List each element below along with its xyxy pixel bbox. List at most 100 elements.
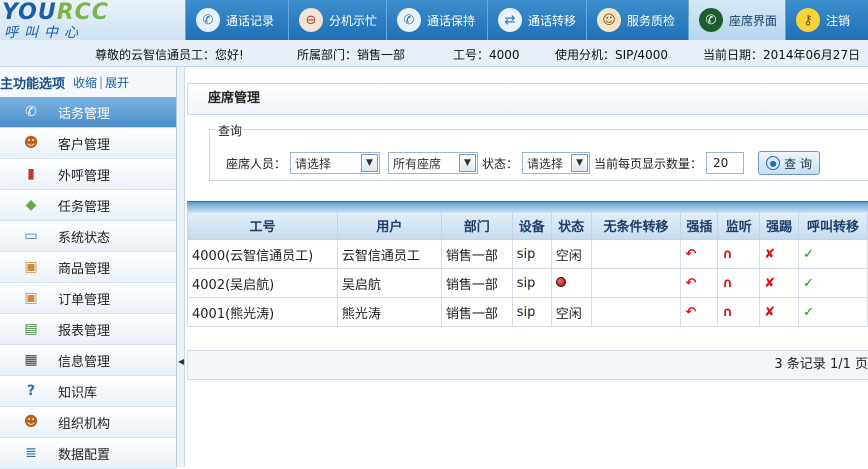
search-icon: ● bbox=[766, 156, 781, 170]
sidebar-separator: | bbox=[99, 75, 104, 89]
cell-jobno: 4002(吴启航) bbox=[187, 268, 338, 298]
close-icon[interactable]: ✘ bbox=[764, 305, 775, 320]
nav-label: 服务质检 bbox=[627, 13, 676, 28]
logo-subtext: 呼叫中心 bbox=[4, 25, 84, 40]
sidebar-item-data-config[interactable]: ≣ 数据配置 bbox=[0, 438, 176, 469]
sidebar-item-knowledge[interactable]: ? 知识库 bbox=[0, 376, 176, 407]
logo: YOURCC 呼叫中心 bbox=[0, 0, 185, 40]
order-icon: ▣ bbox=[24, 290, 38, 306]
sidebar-item-info[interactable]: ▦ 信息管理 bbox=[0, 345, 176, 376]
cell-forward bbox=[590, 297, 682, 327]
page-title: 座席管理 bbox=[187, 83, 868, 115]
table-row: 4001(熊光涛) 熊光涛 销售一部 sip 空闲 ↶ ∩ ✘ ✓ bbox=[187, 297, 868, 327]
sidebar-item-goods[interactable]: ▣ 商品管理 bbox=[0, 252, 176, 283]
collapse-arrow-icon[interactable]: ◀ bbox=[178, 357, 184, 366]
col-header[interactable]: 工号 bbox=[187, 211, 338, 240]
cell-status: 空闲 bbox=[550, 297, 592, 327]
col-header[interactable]: 状态 bbox=[550, 211, 592, 240]
seat-select[interactable]: 所有座席 ▼ bbox=[388, 152, 479, 174]
cell-user: 吴启航 bbox=[336, 268, 442, 298]
col-header[interactable]: 强踢 bbox=[759, 211, 800, 240]
sidebar-item-call-mgmt[interactable]: ✆ 话务管理 bbox=[0, 97, 176, 128]
nav-call-records[interactable]: ✆ 通话记录 bbox=[185, 0, 288, 40]
sidebar-collapse-link[interactable]: 收缩 bbox=[73, 74, 97, 91]
nav-quality-check[interactable]: ☺ 服务质检 bbox=[586, 0, 688, 40]
close-icon[interactable]: ✘ bbox=[764, 276, 775, 291]
col-header[interactable]: 部门 bbox=[440, 211, 513, 240]
cell-jobno: 4000(云智信通员工) bbox=[187, 239, 338, 269]
barge-in-icon[interactable]: ↶ bbox=[685, 276, 696, 291]
sidebar-item-org[interactable]: ☻ 组织机构 bbox=[0, 407, 176, 438]
cell-kick: ✘ bbox=[759, 297, 800, 327]
nav-label: 通话转移 bbox=[528, 13, 577, 28]
col-header[interactable]: 呼叫转移 bbox=[798, 211, 868, 240]
cell-device: sip bbox=[511, 297, 552, 327]
cell-barge: ↶ bbox=[680, 268, 719, 298]
check-icon[interactable]: ✓ bbox=[803, 276, 814, 291]
sidebar-item-label: 系统状态 bbox=[58, 230, 111, 246]
sidebar-item-label: 外呼管理 bbox=[58, 168, 111, 184]
sidebar-item-label: 数据配置 bbox=[58, 447, 111, 463]
agent-select[interactable]: 请选择 ▼ bbox=[290, 152, 381, 174]
headset-icon[interactable]: ∩ bbox=[722, 247, 733, 262]
sidebar-item-outbound[interactable]: ▮ 外呼管理 bbox=[0, 159, 176, 190]
nav-logout[interactable]: ⚷ 注销 bbox=[785, 0, 868, 40]
cell-dept: 销售一部 bbox=[440, 268, 513, 298]
search-button-label: 查 询 bbox=[784, 156, 812, 171]
headset-icon[interactable]: ∩ bbox=[722, 305, 733, 320]
greeting: 尊敬的云智信通员工：您好! bbox=[95, 48, 244, 62]
info-icon: ▦ bbox=[24, 352, 38, 368]
nav-call-transfer[interactable]: ⇄ 通话转移 bbox=[487, 0, 586, 40]
col-header[interactable]: 无条件转移 bbox=[590, 211, 682, 240]
agent-select-value: 请选择 bbox=[295, 156, 332, 171]
barge-in-icon[interactable]: ↶ bbox=[685, 247, 696, 262]
agent-table: 工号 用户 部门 设备 状态 无条件转移 强插 监听 强踢 呼叫转移 4000(… bbox=[187, 211, 868, 327]
nav-ext-busy[interactable]: ⊖ 分机示忙 bbox=[288, 0, 386, 40]
sidebar-item-task[interactable]: ◆ 任务管理 bbox=[0, 190, 176, 221]
nav-seat-ui[interactable]: ✆ 座席界面 bbox=[688, 0, 785, 40]
check-icon[interactable]: ✓ bbox=[803, 305, 814, 320]
sidebar-item-system-status[interactable]: ▭ 系统状态 bbox=[0, 221, 176, 252]
col-header[interactable]: 设备 bbox=[511, 211, 552, 240]
check-icon[interactable]: ✓ bbox=[803, 247, 814, 262]
seat-select-value: 所有座席 bbox=[393, 156, 442, 171]
col-header[interactable]: 监听 bbox=[717, 211, 761, 240]
close-icon[interactable]: ✘ bbox=[764, 247, 775, 262]
customer-icon: ☻ bbox=[23, 135, 39, 151]
sidebar-header: 主功能选项 收缩 | 展开 bbox=[0, 67, 176, 97]
headset-icon[interactable]: ∩ bbox=[722, 276, 733, 291]
nav-label: 座席界面 bbox=[729, 13, 778, 28]
query-legend: 查询 bbox=[216, 122, 245, 139]
nav-call-hold[interactable]: ✆ 通话保持 bbox=[386, 0, 487, 40]
top-nav: ✆ 通话记录 ⊖ 分机示忙 ✆ 通话保持 ⇄ 通话转移 ☺ 服务质检 ✆ 座席界面 ⚷ 注销 bbox=[185, 0, 868, 40]
cell-transfer: ✓ bbox=[798, 268, 868, 298]
sidebar-item-reports[interactable]: ▤ 报表管理 bbox=[0, 314, 176, 345]
main-panel: 座席管理 查询 座席人员： 请选择 ▼ 所有座席 ▼ 状态： 请选择 ▼ 当前每页显示… bbox=[187, 83, 868, 467]
cell-listen: ∩ bbox=[717, 297, 761, 327]
barge-in-icon[interactable]: ↶ bbox=[685, 305, 696, 320]
cell-user: 熊光涛 bbox=[336, 297, 442, 327]
sidebar-splitter[interactable]: ◀ bbox=[177, 67, 185, 467]
search-button[interactable]: ● 查 询 bbox=[758, 151, 821, 175]
quality-icon: ☺ bbox=[597, 8, 621, 32]
sidebar-expand-link[interactable]: 展开 bbox=[105, 74, 129, 91]
users-icon: ☻ bbox=[23, 414, 39, 430]
nav-label: 分机示忙 bbox=[329, 13, 378, 28]
phone-icon: ✆ bbox=[196, 8, 220, 32]
sidebar-item-orders[interactable]: ▣ 订单管理 bbox=[0, 283, 176, 314]
sidebar-item-customer[interactable]: ☻ 客户管理 bbox=[0, 128, 176, 159]
grid-top-bar bbox=[187, 201, 868, 211]
transfer-icon: ⇄ bbox=[498, 8, 522, 32]
cell-device: sip bbox=[511, 268, 552, 298]
status-select[interactable]: 请选择 ▼ bbox=[522, 152, 591, 174]
sidebar-item-label: 商品管理 bbox=[58, 261, 111, 277]
col-header[interactable]: 用户 bbox=[336, 211, 442, 240]
pagesize-input[interactable]: 20 bbox=[706, 152, 745, 174]
pager: 3 条记录 1/1 页 bbox=[187, 350, 868, 380]
col-header[interactable]: 强插 bbox=[680, 211, 719, 240]
sidebar-item-label: 信息管理 bbox=[58, 354, 111, 370]
pagesize-label: 当前每页显示数量： bbox=[594, 156, 703, 171]
cell-jobno: 4001(熊光涛) bbox=[187, 297, 338, 327]
cell-transfer: ✓ bbox=[798, 297, 868, 327]
report-icon: ▤ bbox=[24, 321, 38, 337]
